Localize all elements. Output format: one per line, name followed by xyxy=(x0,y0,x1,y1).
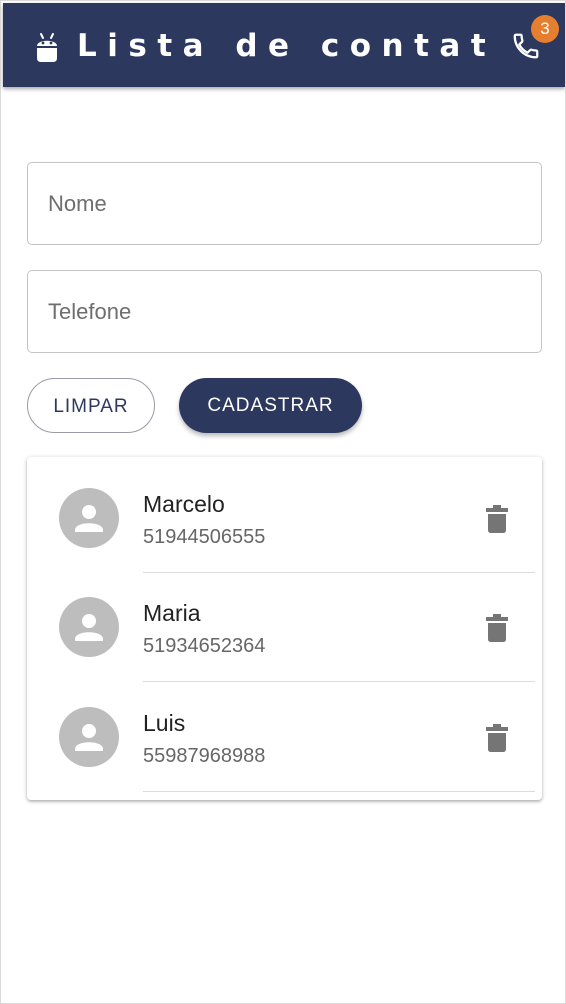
contact-name: Marcelo xyxy=(143,491,225,517)
name-field xyxy=(27,162,542,245)
trash-icon xyxy=(486,614,508,642)
person-icon xyxy=(75,724,103,751)
contact-list: Marcelo 51944506555 Maria 51934652364 Lu… xyxy=(27,457,542,800)
contact-phone: 55987968988 xyxy=(143,745,266,767)
android-icon xyxy=(34,31,60,63)
contact-phone: 51944506555 xyxy=(143,526,266,548)
trash-icon xyxy=(486,724,508,752)
contact-item[interactable]: Luis 55987968988 xyxy=(27,676,542,792)
phone-field xyxy=(27,270,542,353)
contact-item[interactable]: Marcelo 51944506555 xyxy=(27,457,542,573)
person-icon xyxy=(75,505,103,532)
trash-icon xyxy=(486,505,508,533)
app-title: Lista de contatos xyxy=(77,28,487,64)
app-frame: Lista de contatos 3 LIMPAR CADASTRAR Mar… xyxy=(0,0,566,1004)
phone-input[interactable] xyxy=(48,271,523,352)
name-input[interactable] xyxy=(48,163,523,244)
delete-button[interactable] xyxy=(479,718,515,758)
submit-button[interactable]: CADASTRAR xyxy=(179,378,362,433)
avatar xyxy=(59,707,119,767)
contact-name: Maria xyxy=(143,600,201,626)
delete-button[interactable] xyxy=(479,499,515,539)
person-icon xyxy=(75,614,103,641)
divider xyxy=(143,791,535,792)
contact-name: Luis xyxy=(143,710,186,736)
notification-badge: 3 xyxy=(531,15,559,43)
avatar xyxy=(59,488,119,548)
contact-item[interactable]: Maria 51934652364 xyxy=(27,566,542,682)
app-bar: Lista de contatos 3 xyxy=(3,3,565,87)
delete-button[interactable] xyxy=(479,608,515,648)
clear-button[interactable]: LIMPAR xyxy=(27,378,155,433)
avatar xyxy=(59,597,119,657)
contact-phone: 51934652364 xyxy=(143,635,266,657)
